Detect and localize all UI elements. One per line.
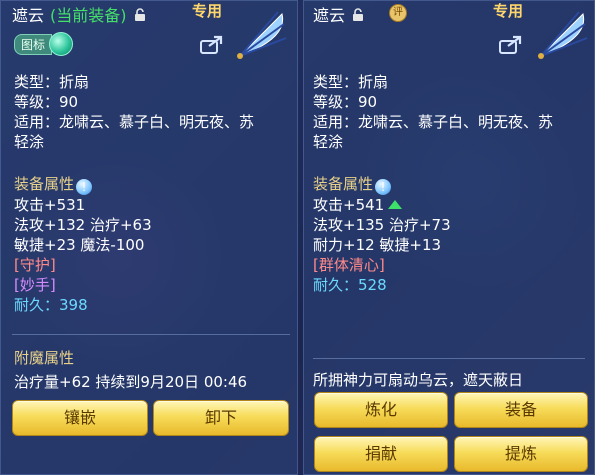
attr-header: 装备属性 bbox=[313, 175, 374, 193]
special-tag-cleanse: [群体清心] bbox=[313, 256, 385, 274]
item-type: 类型：折扇 bbox=[313, 73, 389, 91]
stat-line-1: 法攻+135 治疗+73 bbox=[313, 216, 451, 234]
help-icon[interactable]: ! bbox=[375, 179, 392, 195]
unequip-button[interactable]: 卸下 bbox=[153, 400, 289, 436]
item-details: 类型：折扇 等级：90 适用：龙啸云、慕子白、明无夜、苏 轻涂 装备属性! 攻击… bbox=[14, 72, 294, 315]
item-type: 类型：折扇 bbox=[14, 73, 90, 91]
share-icon[interactable] bbox=[499, 34, 523, 54]
stat-line-1: 法攻+132 治疗+63 bbox=[14, 216, 152, 234]
appraise-seal-icon[interactable]: 评 bbox=[389, 4, 407, 22]
compare-equipment-panel: 遮云 评 专用 类型：折扇 等级：90 适用：龙啸云、慕子白、明无夜、苏 轻涂 … bbox=[303, 0, 595, 475]
inlay-button[interactable]: 镶嵌 bbox=[12, 400, 148, 436]
share-icon[interactable] bbox=[200, 34, 224, 54]
lock-icon[interactable] bbox=[133, 7, 147, 21]
up-arrow-icon bbox=[388, 200, 403, 209]
item-name: 遮云 bbox=[12, 6, 45, 25]
durability: 耐久：528 bbox=[313, 276, 387, 294]
icon-badge[interactable]: 图标 bbox=[14, 32, 74, 56]
item-suitable: 适用：龙啸云、慕子白、明无夜、苏 bbox=[14, 113, 255, 131]
current-equipment-panel: 遮云 (当前装备) 专用 图标 类型：折扇 等级：90 适用：龙啸云、慕子白、明无… bbox=[0, 0, 298, 475]
item-level: 等级：90 bbox=[313, 93, 378, 111]
attr-header: 装备属性 bbox=[14, 175, 75, 193]
item-title: 遮云 bbox=[313, 2, 365, 26]
item-level: 等级：90 bbox=[14, 93, 79, 111]
enchant-section: 附魔属性 治疗量+62 持续到9月20日 00:46 bbox=[14, 348, 247, 392]
divider bbox=[313, 358, 585, 359]
enchant-value: 治疗量+62 持续到9月20日 00:46 bbox=[14, 373, 248, 391]
item-suitable: 适用：龙啸云、慕子白、明无夜、苏 bbox=[313, 113, 554, 131]
orb-icon bbox=[49, 32, 74, 56]
help-icon[interactable]: ! bbox=[76, 179, 93, 195]
stat-line-2: 敏捷+23 魔法-100 bbox=[14, 236, 145, 254]
lock-icon[interactable] bbox=[351, 7, 365, 21]
attack-stat: 攻击+531 bbox=[14, 196, 86, 214]
equip-button[interactable]: 装备 bbox=[454, 392, 588, 428]
divider bbox=[12, 334, 290, 335]
special-tag-skill: [妙手] bbox=[14, 276, 56, 294]
exclusive-label: 专用 bbox=[493, 2, 524, 20]
item-suitable-cont: 轻涂 bbox=[313, 133, 344, 151]
durability: 耐久：398 bbox=[14, 296, 88, 314]
donate-button[interactable]: 捐献 bbox=[314, 436, 448, 472]
special-tag-guard: [守护] bbox=[14, 256, 56, 274]
enchant-header: 附魔属性 bbox=[14, 349, 75, 367]
fan-weapon-icon bbox=[538, 11, 588, 59]
extract-button[interactable]: 提炼 bbox=[454, 436, 588, 472]
item-details: 类型：折扇 等级：90 适用：龙啸云、慕子白、明无夜、苏 轻涂 装备属性! 攻击… bbox=[313, 72, 593, 295]
item-suitable-cont: 轻涂 bbox=[14, 133, 45, 151]
fan-weapon-icon bbox=[237, 11, 287, 59]
item-description: 所拥神力可扇动乌云，遮天蔽日 bbox=[313, 371, 524, 389]
current-equipment-tag: (当前装备) bbox=[50, 6, 127, 25]
icon-badge-label: 图标 bbox=[14, 33, 53, 55]
stat-line-2: 耐力+12 敏捷+13 bbox=[313, 236, 442, 254]
item-name: 遮云 bbox=[313, 6, 346, 25]
refine-button[interactable]: 炼化 bbox=[314, 392, 448, 428]
exclusive-label: 专用 bbox=[192, 2, 223, 20]
item-title: 遮云 (当前装备) bbox=[12, 2, 147, 26]
attack-stat: 攻击+541 bbox=[313, 196, 385, 214]
